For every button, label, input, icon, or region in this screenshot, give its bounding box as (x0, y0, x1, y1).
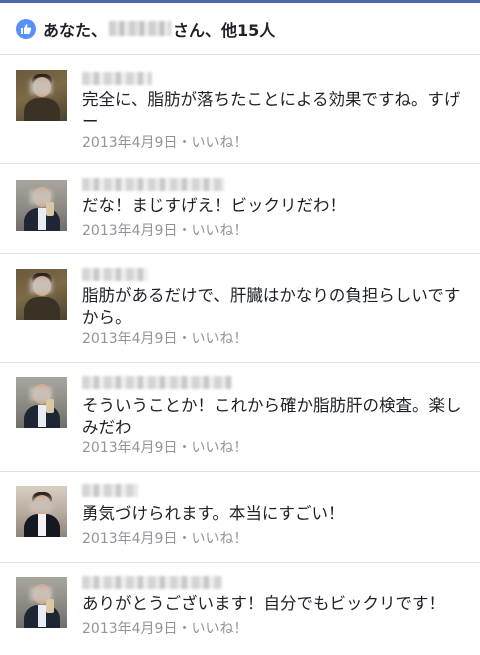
redacted-commenter-name[interactable] (82, 484, 138, 497)
comment-text: だな！まじすげえ！ビックリだわ！ (82, 196, 346, 215)
comment-meta[interactable]: 2013年4月9日・いいね！ (82, 528, 247, 548)
likes-suffix: さん、他15人 (173, 20, 276, 40)
comment-meta[interactable]: 2013年4月9日・いいね！ (82, 328, 247, 348)
likes-text: あなた、 さん、他15人 (43, 17, 275, 41)
comment-item: 脂肪があるだけで、肝臓はかなりの負担らしいですから。 2013年4月9日・いいね… (0, 254, 480, 363)
comment-text: そういうことか！これから確か脂肪肝の検査。楽しみだわ (82, 396, 462, 437)
avatar[interactable] (16, 269, 67, 320)
comment-text: ありがとうございます！自分でもビックリです！ (82, 594, 445, 613)
comment-meta[interactable]: 2013年4月9日・いいね！ (82, 132, 247, 152)
avatar[interactable] (16, 70, 67, 121)
comment-text: 勇気づけられます。本当にすごい！ (82, 504, 345, 523)
comment-item: そういうことか！これから確か脂肪肝の検査。楽しみだわ 2013年4月9日・いいね… (0, 363, 480, 472)
comment-text: 完全に、脂肪が落ちたことによる効果ですね。すげー (82, 90, 461, 131)
avatar[interactable] (16, 577, 67, 628)
comment-meta[interactable]: 2013年4月9日・いいね！ (82, 220, 247, 240)
comment-item: ありがとうございます！自分でもビックリです！ 2013年4月9日・いいね！ (0, 563, 480, 655)
comment-text: 脂肪があるだけで、肝臓はかなりの負担らしいですから。 (82, 286, 461, 327)
comment-meta[interactable]: 2013年4月9日・いいね！ (82, 437, 247, 457)
redacted-commenter-name[interactable] (82, 178, 224, 191)
thumbs-up-icon (16, 18, 36, 39)
likes-summary[interactable]: あなた、 さん、他15人 (0, 3, 480, 55)
avatar[interactable] (16, 377, 67, 428)
avatar[interactable] (16, 180, 67, 231)
comment-item: 勇気づけられます。本当にすごい！ 2013年4月9日・いいね！ (0, 472, 480, 563)
redacted-commenter-name[interactable] (82, 72, 152, 85)
redacted-commenter-name[interactable] (82, 376, 232, 389)
comment-item: だな！まじすげえ！ビックリだわ！ 2013年4月9日・いいね！ (0, 164, 480, 254)
redacted-name (109, 21, 172, 36)
comment-item: 完全に、脂肪が落ちたことによる効果ですね。すげー 2013年4月9日・いいね！ (0, 55, 480, 164)
likes-prefix: あなた、 (43, 20, 108, 40)
redacted-commenter-name[interactable] (82, 576, 222, 589)
avatar[interactable] (16, 486, 67, 537)
comment-meta[interactable]: 2013年4月9日・いいね！ (82, 618, 247, 638)
redacted-commenter-name[interactable] (82, 268, 148, 281)
